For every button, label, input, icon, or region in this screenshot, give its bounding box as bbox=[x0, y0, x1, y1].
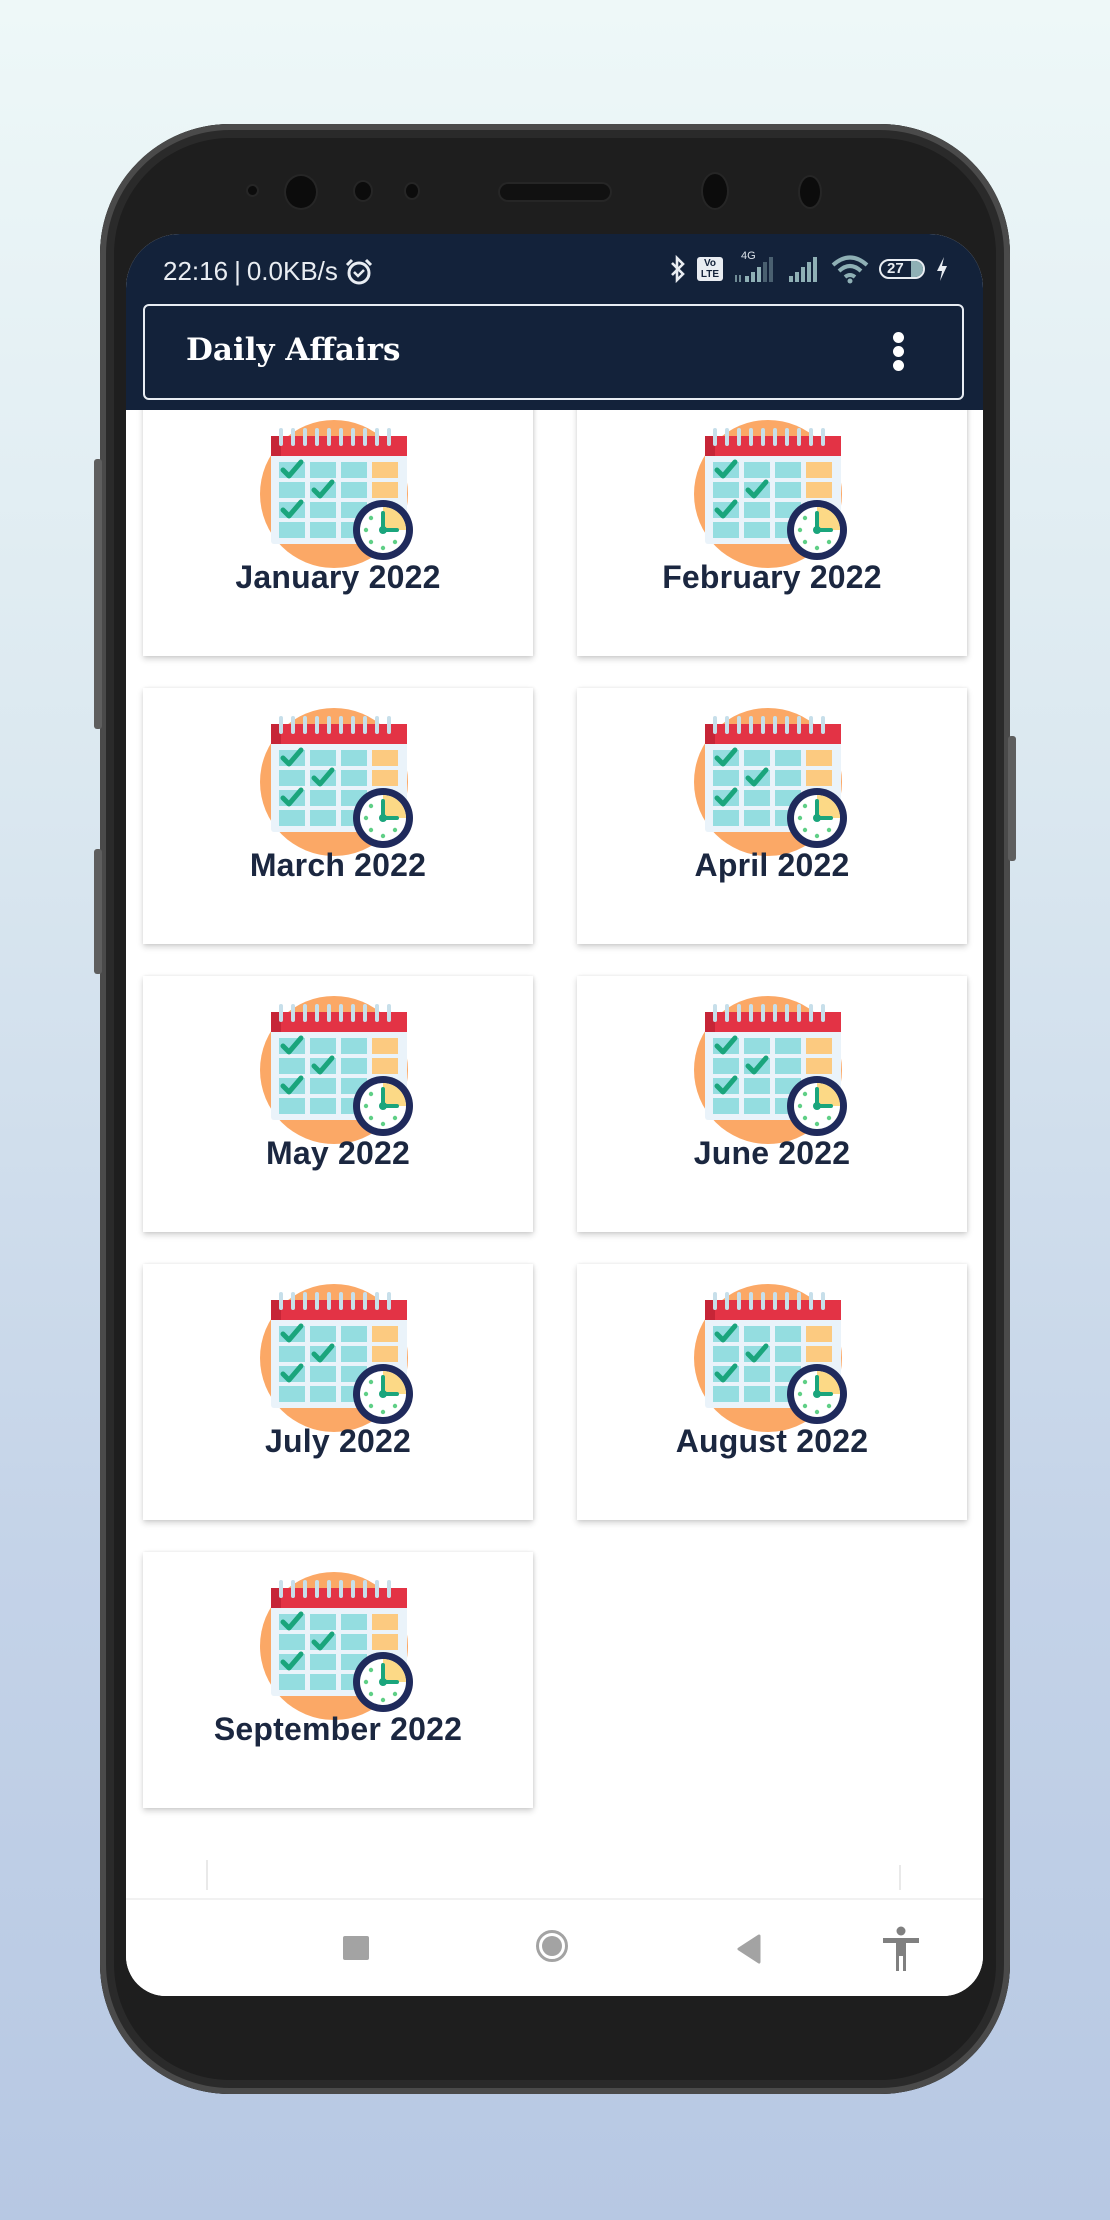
month-card-march[interactable]: March 2022 bbox=[143, 688, 533, 944]
earpiece-speaker bbox=[500, 184, 610, 200]
month-card-february[interactable]: February 2022 bbox=[577, 410, 967, 656]
calendar-clock-icon bbox=[691, 1282, 853, 1432]
sensor-dot bbox=[406, 184, 418, 198]
alarm-clock-icon bbox=[345, 258, 372, 284]
signal-4g-icon: 4G bbox=[733, 250, 777, 284]
partial-card-edge bbox=[899, 1865, 901, 1890]
status-bar: 22:16 | 0.0KB/s Vo LTE 4G 27 bbox=[126, 234, 983, 302]
navigation-bar bbox=[126, 1898, 983, 1996]
front-camera bbox=[703, 174, 727, 208]
status-time: 22:16 bbox=[163, 256, 229, 286]
sensor-dot bbox=[248, 186, 257, 195]
month-card-june[interactable]: June 2022 bbox=[577, 976, 967, 1232]
calendar-clock-icon bbox=[257, 1282, 419, 1432]
calendar-clock-icon bbox=[691, 706, 853, 856]
front-camera bbox=[286, 176, 316, 208]
status-separator: | bbox=[234, 256, 241, 286]
wifi-icon bbox=[831, 255, 869, 284]
volume-up-button bbox=[94, 459, 102, 729]
signal-icon bbox=[789, 257, 817, 282]
more-vertical-icon bbox=[892, 332, 904, 343]
volte-label-bottom: LTE bbox=[700, 269, 720, 280]
more-vertical-icon-dot bbox=[892, 360, 904, 371]
accessibility-icon bbox=[883, 1926, 919, 1971]
volume-down-button bbox=[94, 849, 102, 974]
calendar-clock-icon bbox=[257, 994, 419, 1144]
phone-frame: 22:16 | 0.0KB/s Vo LTE 4G 27 Daily Affai… bbox=[94, 124, 1016, 2094]
sensor-dot bbox=[355, 182, 371, 200]
month-card-august[interactable]: August 2022 bbox=[577, 1264, 967, 1520]
battery-icon: 27 bbox=[879, 259, 925, 279]
charging-icon bbox=[937, 257, 947, 281]
month-label: February 2022 bbox=[662, 559, 882, 595]
network-speed: 0.0KB/s bbox=[246, 256, 338, 286]
accessibility-button[interactable] bbox=[881, 1926, 921, 1977]
month-label: May 2022 bbox=[266, 1135, 410, 1171]
battery-level: 27 bbox=[887, 260, 904, 277]
month-card-september[interactable]: September 2022 bbox=[143, 1552, 533, 1808]
app-bar-frame: Daily Affairs bbox=[143, 304, 964, 400]
bluetooth-icon bbox=[671, 254, 685, 284]
calendar-clock-icon bbox=[257, 1570, 419, 1720]
month-label: June 2022 bbox=[693, 1135, 851, 1171]
volte-label-top: Vo bbox=[703, 258, 717, 269]
month-label: July 2022 bbox=[265, 1423, 411, 1459]
more-vertical-icon-dot bbox=[892, 346, 904, 357]
calendar-clock-icon bbox=[691, 994, 853, 1144]
month-card-april[interactable]: April 2022 bbox=[577, 688, 967, 944]
month-card-may[interactable]: May 2022 bbox=[143, 976, 533, 1232]
month-card-january[interactable]: January 2022 bbox=[143, 410, 533, 656]
partial-card-edge bbox=[206, 1860, 208, 1890]
calendar-clock-icon bbox=[257, 706, 419, 856]
app-title: Daily Affairs bbox=[186, 332, 401, 368]
front-camera bbox=[800, 177, 820, 207]
home-icon bbox=[536, 1930, 568, 1962]
month-label: April 2022 bbox=[694, 847, 850, 883]
back-icon bbox=[737, 1934, 761, 1964]
month-label: January 2022 bbox=[235, 559, 441, 595]
month-card-july[interactable]: July 2022 bbox=[143, 1264, 533, 1520]
more-options-button[interactable] bbox=[888, 332, 908, 372]
app-bar: Daily Affairs bbox=[126, 302, 983, 410]
top-bezel bbox=[100, 124, 1010, 234]
power-button bbox=[1008, 736, 1016, 861]
recents-button[interactable] bbox=[343, 1936, 369, 1960]
calendar-clock-icon bbox=[257, 418, 419, 568]
month-label: August 2022 bbox=[675, 1423, 869, 1459]
volte-icon: Vo LTE bbox=[697, 257, 723, 281]
month-label: March 2022 bbox=[249, 847, 427, 883]
month-label: September 2022 bbox=[213, 1711, 463, 1747]
recents-icon bbox=[343, 1936, 369, 1960]
back-button[interactable] bbox=[737, 1934, 761, 1969]
month-grid-scroll[interactable]: January 2022 February 2022 March 2022 Ap… bbox=[126, 410, 983, 1890]
home-button[interactable] bbox=[536, 1930, 568, 1962]
calendar-clock-icon bbox=[691, 418, 853, 568]
phone-screen: 22:16 | 0.0KB/s Vo LTE 4G 27 Daily Affai… bbox=[126, 234, 983, 1996]
